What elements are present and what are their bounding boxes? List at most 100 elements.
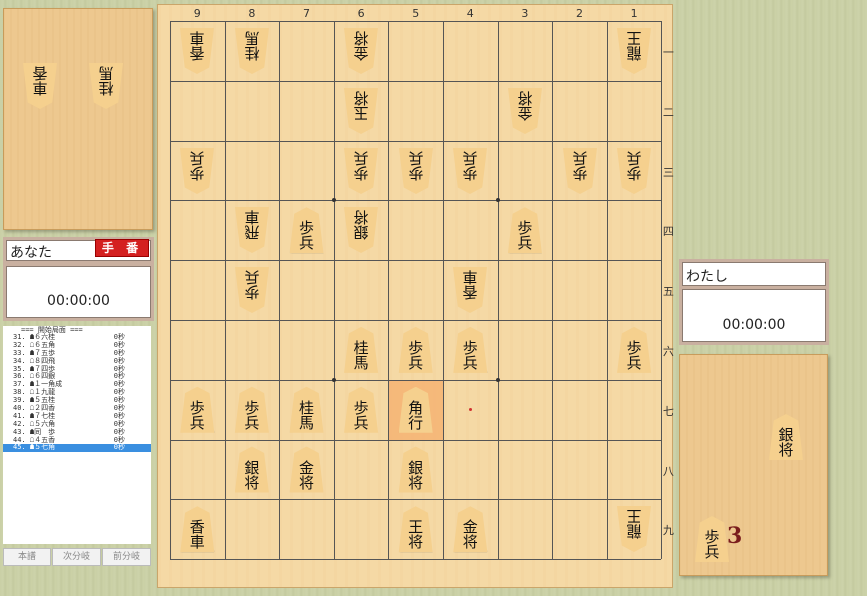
- player-piece-stand: 銀将歩兵3: [679, 354, 828, 576]
- player-hand-pawn-count: 3: [727, 523, 743, 549]
- board-piece[interactable]: 銀将: [398, 446, 433, 493]
- board-piece[interactable]: 金将: [289, 446, 324, 493]
- piece-glyph-top: 金: [353, 43, 369, 62]
- board-piece[interactable]: 香車: [180, 28, 214, 74]
- grid-line: [279, 21, 281, 560]
- grid-line: [170, 200, 662, 202]
- grid-line: [170, 379, 662, 381]
- piece-glyph-bottom: 馬: [353, 353, 369, 372]
- board-piece[interactable]: 香車: [180, 506, 215, 553]
- board-piece[interactable]: 歩兵: [398, 326, 433, 373]
- rank-label: 五: [662, 285, 674, 299]
- opponent-name: あなた: [10, 245, 52, 261]
- file-label: 3: [521, 7, 529, 20]
- grid-line: [170, 140, 662, 142]
- board-piece[interactable]: 飛車: [235, 207, 269, 253]
- piece-glyph-bottom: 香: [32, 64, 48, 82]
- board-piece[interactable]: 龍王: [617, 506, 651, 552]
- piece-glyph-bottom: 馬: [98, 64, 114, 82]
- opponent-hand-lance[interactable]: 車香: [23, 63, 57, 109]
- piece-glyph-bottom: 将: [778, 441, 794, 459]
- opponent-clock: 00:00:00: [6, 266, 151, 318]
- piece-glyph-bottom: 兵: [626, 353, 642, 372]
- grid-line: [224, 21, 226, 560]
- rank-label: 四: [662, 225, 674, 239]
- piece-glyph-bottom: 兵: [298, 234, 314, 253]
- board-piece[interactable]: 金将: [344, 28, 378, 74]
- board-piece[interactable]: 玉将: [344, 88, 378, 134]
- board-piece[interactable]: 角行: [398, 386, 433, 433]
- piece-glyph-bottom: 将: [353, 208, 369, 227]
- board-piece[interactable]: 歩兵: [399, 148, 433, 194]
- grid-line: [170, 559, 662, 561]
- player-hand-pawn[interactable]: 歩兵: [695, 516, 729, 562]
- piece-glyph-bottom: 兵: [244, 413, 260, 432]
- piece-glyph-bottom: 兵: [572, 148, 588, 167]
- player-hand-silver[interactable]: 銀将: [769, 414, 803, 460]
- board-piece[interactable]: 歩兵: [344, 148, 378, 194]
- board-piece[interactable]: 歩兵: [453, 148, 487, 194]
- piece-glyph-bottom: 兵: [408, 148, 424, 167]
- piece-glyph-top: 桂: [244, 43, 260, 62]
- file-label: 9: [193, 7, 201, 20]
- main-line-button[interactable]: 本譜: [3, 548, 51, 566]
- file-label: 6: [357, 7, 365, 20]
- piece-glyph-bottom: 兵: [462, 148, 478, 167]
- grid-line: [333, 21, 335, 560]
- board-piece[interactable]: 銀将: [344, 207, 378, 253]
- kifu-list[interactable]: === 開始局面 === 31. ☗６六桂 0秒 32. ☖６五角 0秒 33. ☗７五…: [3, 326, 151, 544]
- board-piece[interactable]: 歩兵: [234, 386, 269, 433]
- board-piece[interactable]: 歩兵: [235, 267, 269, 313]
- piece-glyph-bottom: 馬: [244, 28, 260, 47]
- piece-glyph-bottom: 兵: [462, 353, 478, 372]
- opponent-clock-time: 00:00:00: [47, 293, 110, 309]
- file-label: 8: [248, 7, 256, 20]
- board-piece[interactable]: 銀将: [234, 446, 269, 493]
- board-piece[interactable]: 歩兵: [289, 207, 324, 254]
- grid-line: [170, 439, 662, 441]
- turn-badge: 手 番: [95, 239, 149, 257]
- rank-label: 七: [662, 404, 674, 418]
- grid-line: [552, 21, 554, 560]
- shogi-board[interactable]: 987654321一二三四五六七八九香車桂馬金将龍王玉将金将歩兵歩兵歩兵歩兵歩兵…: [158, 5, 674, 587]
- board-piece[interactable]: 龍王: [617, 28, 651, 74]
- board-piece[interactable]: 歩兵: [453, 326, 488, 373]
- board-piece[interactable]: 桂馬: [289, 386, 324, 433]
- board-piece[interactable]: 歩兵: [617, 326, 652, 373]
- kifu-row[interactable]: 45. ☗５七角 0秒: [3, 444, 151, 453]
- piece-glyph-top: 龍: [626, 43, 642, 62]
- rank-label: 一: [662, 45, 674, 59]
- opponent-hand-knight[interactable]: 桂馬: [89, 63, 123, 109]
- piece-glyph-bottom: 将: [298, 473, 314, 492]
- player-name-box: わたし: [682, 262, 826, 286]
- board-piece[interactable]: 金将: [453, 506, 488, 553]
- board-piece[interactable]: 歩兵: [507, 207, 542, 254]
- next-branch-button[interactable]: 次分岐: [52, 548, 101, 566]
- piece-glyph-bottom: 兵: [517, 234, 533, 253]
- piece-glyph-bottom: 兵: [189, 148, 205, 167]
- board-piece[interactable]: 桂馬: [235, 28, 269, 74]
- board-piece[interactable]: 桂馬: [344, 326, 379, 373]
- board-piece[interactable]: 歩兵: [180, 148, 214, 194]
- rank-label: 九: [662, 524, 674, 538]
- piece-glyph-bottom: 将: [353, 28, 369, 47]
- piece-glyph-bottom: 兵: [626, 148, 642, 167]
- piece-glyph-bottom: 車: [244, 208, 260, 227]
- board-piece[interactable]: 王将: [398, 506, 433, 553]
- piece-glyph-top: 歩: [244, 283, 260, 302]
- piece-glyph-bottom: 将: [353, 88, 369, 107]
- piece-glyph-bottom: 車: [189, 533, 205, 552]
- board-piece[interactable]: 香車: [453, 267, 487, 313]
- grid-line: [170, 21, 171, 560]
- board-piece[interactable]: 金将: [508, 88, 542, 134]
- prev-branch-button[interactable]: 前分岐: [102, 548, 151, 566]
- piece-glyph-bottom: 将: [408, 533, 424, 552]
- board-piece[interactable]: 歩兵: [344, 386, 379, 433]
- board-piece[interactable]: 歩兵: [180, 386, 215, 433]
- piece-glyph-top: 香: [462, 283, 478, 302]
- board-piece[interactable]: 歩兵: [617, 148, 651, 194]
- piece-glyph-bottom: 車: [189, 28, 205, 47]
- player-name: わたし: [686, 269, 728, 285]
- piece-glyph-bottom: 将: [408, 473, 424, 492]
- rank-label: 二: [662, 105, 674, 119]
